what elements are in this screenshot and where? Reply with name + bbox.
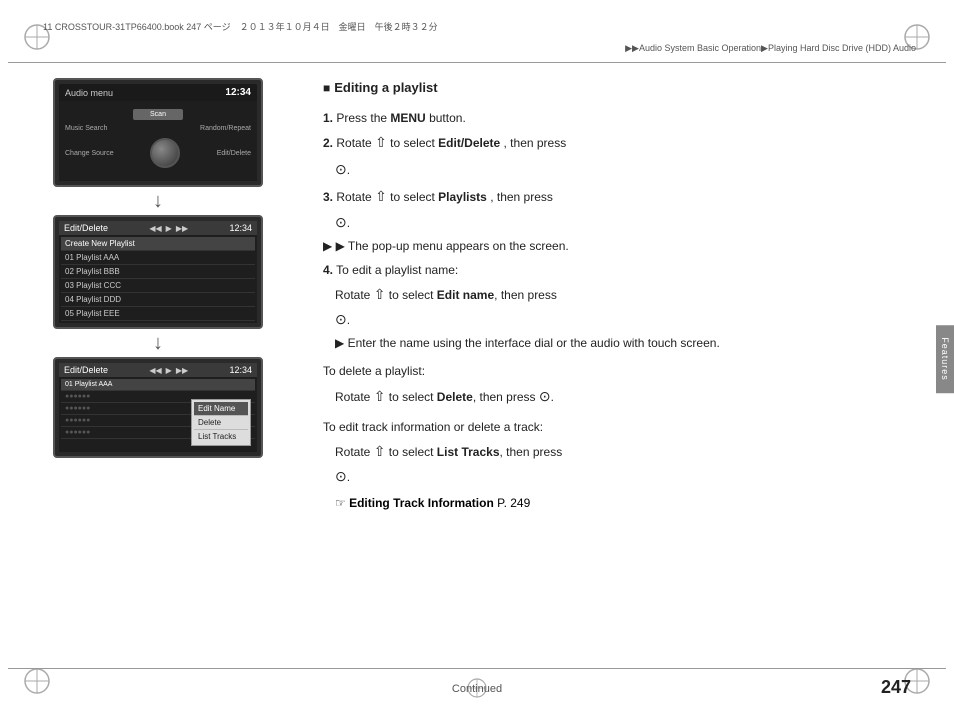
playlist-row-5: 05 Playlist EEE [61,307,255,321]
screen3-title: Edit/Delete [64,365,108,375]
step4-num: 4. [323,263,333,277]
step2-bold: Edit/Delete [438,136,500,150]
arrow-down-1: ↓ [153,191,163,211]
scan-btn: Scan [133,109,183,120]
delete-detail: Rotate ⇧ to select Delete, then press ⊙. [335,386,926,408]
screen2-header: Edit/Delete ◀◀ ▶ ▶▶ 12:34 [59,221,257,235]
step-4-intro: 4. To edit a playlist name: [323,261,926,280]
playback-controls: ◀◀ ▶ ▶▶ [149,223,188,233]
list-tracks-intro: To edit track information or delete a tr… [323,418,926,437]
step4-intro: To edit a playlist name: [336,263,458,277]
main-content: Audio menu 12:34 Scan Music Search Rando… [8,63,946,668]
submenu-list-tracks: List Tracks [194,430,248,443]
link-ref-text: Editing Track Information [349,496,494,510]
delete-bold: Delete [437,390,473,404]
arrow-down-2: ↓ [153,333,163,353]
step4-sub2: Enter the name using the interface dial … [335,334,926,353]
step2-num: 2. [323,136,333,150]
step-2: 2. Rotate ⇧ to select Edit/Delete , then… [323,132,926,154]
step3-text: Rotate ⇧ to select [336,190,438,204]
step1-end: button. [429,111,466,125]
bottom-footer: Continued 247 [8,668,946,710]
step1-text: Press the [336,111,390,125]
music-search-label: Music Search [65,125,107,132]
screen1-title: Audio menu [65,88,113,98]
screen2-mockup: Edit/Delete ◀◀ ▶ ▶▶ 12:34 Create New Pla… [53,215,263,329]
screen2-title: Edit/Delete [64,223,108,233]
list-tracks-bold: List Tracks [437,445,500,459]
screen1-time: 12:34 [225,87,251,98]
step1-num: 1. [323,111,333,125]
submenu-edit-name: Edit Name [194,402,248,416]
list-tracks-detail: Rotate ⇧ to select List Tracks, then pre… [335,441,926,463]
popup-note: ▶ The pop-up menu appears on the screen. [323,237,926,256]
step4-detail: Rotate ⇧ to select Edit name, then press [335,284,926,306]
s3-play-btn: ▶ [166,366,172,375]
step-3: 3. Rotate ⇧ to select Playlists , then p… [323,186,926,208]
step2-text: Rotate ⇧ to select [336,136,438,150]
step3-num: 3. [323,190,333,204]
selected-playlist: 01 Playlist AAA [61,379,255,391]
s3-next-btn: ▶▶ [176,366,188,375]
screen3-mockup: Edit/Delete ◀◀ ▶ ▶▶ 12:34 01 Playlist AA… [53,357,263,458]
change-source-label: Change Source [65,150,114,157]
step3-end: , then press [490,190,553,204]
breadcrumb: ▶▶Audio System Basic Operation▶Playing H… [625,43,916,54]
step1-bold: MENU [390,111,425,125]
playlist-row-2: 02 Playlist BBB [61,265,255,279]
step2-end: , then press [504,136,567,150]
submenu-overlay: Edit Name Delete List Tracks [191,399,251,446]
s3-prev-btn: ◀◀ [149,366,161,375]
link-ref-page: P. 249 [497,496,530,510]
audio-menu-items: Music Search Random/Repeat [65,125,251,132]
audio-knob [150,138,180,168]
link-ref-block: Editing Track Information P. 249 [335,494,926,513]
screen1-mockup: Audio menu 12:34 Scan Music Search Rando… [53,78,263,187]
random-repeat-label: Random/Repeat [200,125,251,132]
footer-continued: Continued [452,683,502,695]
playlist-row-3: 03 Playlist CCC [61,279,255,293]
section-heading: Editing a playlist [323,78,926,99]
play-btn: ▶ [166,224,172,233]
right-panel: Editing a playlist 1. Press the MENU but… [308,63,946,668]
submenu-delete: Delete [194,416,248,430]
prev-btn: ◀◀ [149,224,161,233]
screen3-playback: ◀◀ ▶ ▶▶ [149,365,188,375]
top-header: 11 CROSSTOUR-31TP66400.book 247 ページ ２０１３… [8,8,946,63]
step4-dial: ⊙. [335,309,926,331]
next-btn: ▶▶ [176,224,188,233]
playlist-row-4: 04 Playlist DDD [61,293,255,307]
list-tracks-dial: ⊙. [335,466,926,488]
screen1-header: Audio menu 12:34 [59,84,257,101]
create-playlist-row: Create New Playlist [61,237,255,251]
screen3-time: 12:34 [229,365,252,375]
delete-intro: To delete a playlist: [323,362,926,381]
link-ref: Editing Track Information P. 249 [335,496,530,510]
page-number: 247 [881,677,911,698]
left-panel: Audio menu 12:34 Scan Music Search Rando… [8,63,308,668]
step2-dial: ⊙. [335,159,926,181]
step3-bold: Playlists [438,190,487,204]
step-1: 1. Press the MENU button. [323,109,926,128]
file-info: 11 CROSSTOUR-31TP66400.book 247 ページ ２０１３… [43,20,438,33]
section-title: Editing a playlist [334,78,437,99]
step4-sub2-text: Enter the name using the interface dial … [335,336,720,350]
step4-bold: Edit name [437,288,494,302]
playlist-row-1: 01 Playlist AAA [61,251,255,265]
step3-dial: ⊙. [335,212,926,234]
screen3-body: 01 Playlist AAA ●●●●●● ●●●●●● ●●●●●● ●●●… [59,377,257,452]
screen3-header: Edit/Delete ◀◀ ▶ ▶▶ 12:34 [59,363,257,377]
edit-delete-label: Edit/Delete [217,150,251,157]
screen2-time: 12:34 [229,223,252,233]
